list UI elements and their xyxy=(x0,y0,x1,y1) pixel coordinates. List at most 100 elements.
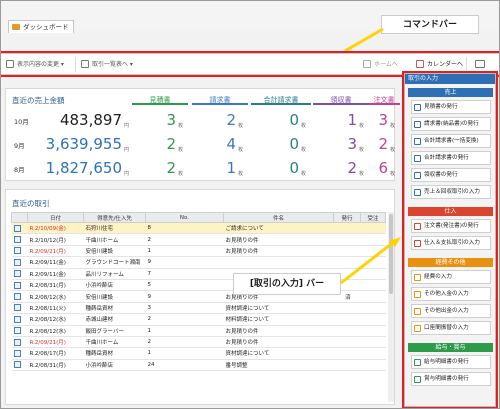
row-icon-cell xyxy=(11,233,28,246)
count-unit: 枚 xyxy=(301,147,307,153)
column-header[interactable]: 発行 xyxy=(333,212,361,223)
document-icon xyxy=(13,315,21,323)
cell-issued xyxy=(333,313,361,326)
table-row[interactable]: R.2/08/17(月) 種蒔岳資材 1 資材調達について xyxy=(11,347,386,360)
cell-partner: グラウンドコート湘南 xyxy=(83,256,146,269)
cell-order xyxy=(360,359,386,372)
count-unit: 枚 xyxy=(238,123,244,129)
row-icon-cell xyxy=(11,222,28,235)
card-value[interactable]: 2 xyxy=(136,135,176,153)
input-bar-highlight xyxy=(402,71,498,408)
cell-subject: 材料調達について xyxy=(223,313,334,326)
card-1-label[interactable]: 請求書 xyxy=(192,95,248,105)
count-unit: 枚 xyxy=(238,147,244,153)
cell-no: 9 xyxy=(145,290,224,303)
card-value[interactable]: 3 xyxy=(372,111,388,129)
card-value[interactable]: 2 xyxy=(317,159,357,177)
row-icon-cell xyxy=(11,268,28,280)
cell-no: 7 xyxy=(145,268,224,280)
document-icon xyxy=(13,270,21,278)
cell-subject: 資材調達について xyxy=(223,302,334,315)
print-button[interactable] xyxy=(473,58,493,71)
app-window: ダッシュボード コマンドバー 表示内容の変更 ▾ 取引一覧表へ ▾ ホームへ カ… xyxy=(0,0,500,409)
column-header[interactable]: 日付 xyxy=(27,212,84,223)
card-value[interactable]: 2 xyxy=(196,111,236,129)
sales-amount[interactable]: 3,639,955 xyxy=(34,135,122,153)
document-icon xyxy=(13,293,21,301)
row-icon-cell xyxy=(11,302,28,315)
card-0-label[interactable]: 見積書 xyxy=(132,95,188,105)
cell-partner: 赤城山建材 xyxy=(83,313,146,326)
table-row[interactable]: R.2/08/11(火) 種蒔岳資材 3 資材調達について xyxy=(11,302,386,315)
home-button[interactable]: ホームへ xyxy=(363,58,398,71)
cell-partner: 小浜吟酔店 xyxy=(83,359,146,372)
sales-amount[interactable]: 1,827,650 xyxy=(34,159,122,177)
arrow-icon xyxy=(81,60,89,68)
cell-partner: 千曲川ホーム xyxy=(83,233,146,246)
row-icon-cell xyxy=(11,347,28,360)
table-row[interactable]: R.2/08/12(水) 赤城山建材 2 材料調達について xyxy=(11,313,386,326)
column-header[interactable]: 受注 xyxy=(360,212,386,223)
cell-partner: 種蒔岳資材 xyxy=(83,347,146,360)
table-row[interactable]: R.2/09/21(月) 安倍川建設 1 お見積りの件 xyxy=(11,245,386,258)
document-icon xyxy=(13,236,21,244)
sales-amount[interactable]: 483,897 xyxy=(34,111,122,129)
input-bar-callout: [取引の入力] バー xyxy=(233,273,341,295)
cell-order xyxy=(360,313,386,326)
cell-date: R.2/08/12(水) xyxy=(27,325,84,337)
table-row[interactable]: R.2/09/21(月) 千曲川ホーム 2 お見積りの件 xyxy=(11,336,386,349)
cell-no: 2 xyxy=(145,313,224,326)
calendar-button[interactable]: カレンダーへ xyxy=(416,58,463,71)
card-value[interactable]: 3 xyxy=(317,135,357,153)
document-icon xyxy=(13,247,21,255)
toolbar-divider xyxy=(75,57,76,72)
card-value[interactable]: 4 xyxy=(196,135,236,153)
command-bar-callout: コマンドバー xyxy=(381,15,479,34)
document-icon xyxy=(13,361,21,369)
cell-order xyxy=(360,336,386,349)
tab-dashboard[interactable]: ダッシュボード xyxy=(8,20,74,33)
sales-panel: 直近の売上金額 見積書 3 枚 2 枚 2 枚請求書 2 枚 4 枚 1 枚合計請求書 0 枚 0 枚 0 枚領収書… xyxy=(5,88,400,181)
column-header[interactable]: 件名 xyxy=(223,212,334,223)
column-header-icon xyxy=(11,212,28,223)
card-value[interactable]: 3 xyxy=(136,111,176,129)
display-change-button[interactable]: 表示内容の変更 ▾ xyxy=(6,58,64,71)
document-icon xyxy=(13,327,21,335)
column-header[interactable]: No. xyxy=(145,212,224,223)
cell-no: 1 xyxy=(145,347,224,360)
calendar-icon xyxy=(416,60,424,68)
card-value[interactable]: 2 xyxy=(136,159,176,177)
card-value[interactable]: 0 xyxy=(255,111,299,129)
count-unit: 枚 xyxy=(178,171,184,177)
count-unit: 枚 xyxy=(390,171,396,177)
column-header[interactable]: 得意先/仕入先 xyxy=(83,212,146,223)
count-unit: 枚 xyxy=(390,147,396,153)
card-value[interactable]: 1 xyxy=(317,111,357,129)
card-value[interactable]: 2 xyxy=(372,135,388,153)
card-2-label[interactable]: 合計請求書 xyxy=(251,95,311,105)
table-row[interactable]: R.2/10/09(金) 石狩川住宅 8 ご請求について xyxy=(11,222,386,235)
card-4-label[interactable]: 注文書 xyxy=(368,95,400,105)
count-unit: 枚 xyxy=(178,147,184,153)
cell-partner: 品川リフォーム xyxy=(83,268,146,280)
row-icon-cell xyxy=(11,336,28,349)
cell-date: R.2/10/09(金) xyxy=(27,222,84,235)
table-row[interactable]: R.2/08/12(水) 飯田グラーバー 1 お見積りの件 xyxy=(11,325,386,337)
card-value[interactable]: 6 xyxy=(372,159,388,177)
row-icon-cell xyxy=(11,313,28,326)
table-row[interactable]: R.2/09/11(金) グラウンドコート湘南 9 xyxy=(11,256,386,269)
card-value[interactable]: 1 xyxy=(196,159,236,177)
cell-subject: お見積りの件 xyxy=(223,233,334,246)
card-value[interactable]: 0 xyxy=(255,159,299,177)
transaction-list-button[interactable]: 取引一覧表へ ▾ xyxy=(81,58,133,71)
cell-subject: 資材調達について xyxy=(223,347,334,360)
count-unit: 枚 xyxy=(238,171,244,177)
cell-subject: お見積りの件 xyxy=(223,325,334,337)
cell-no: 9 xyxy=(145,256,224,269)
table-row[interactable]: R.2/08/31(月) 小浜吟酔店 24 番号調整 xyxy=(11,359,386,372)
sales-month: 9月 xyxy=(14,142,25,150)
card-3-label[interactable]: 領収書 xyxy=(313,95,369,105)
card-value[interactable]: 0 xyxy=(255,135,299,153)
table-row[interactable]: R.2/10/12(月) 千曲川ホーム 2 お見積りの件 xyxy=(11,233,386,246)
callout-arrow-input xyxy=(340,237,401,285)
